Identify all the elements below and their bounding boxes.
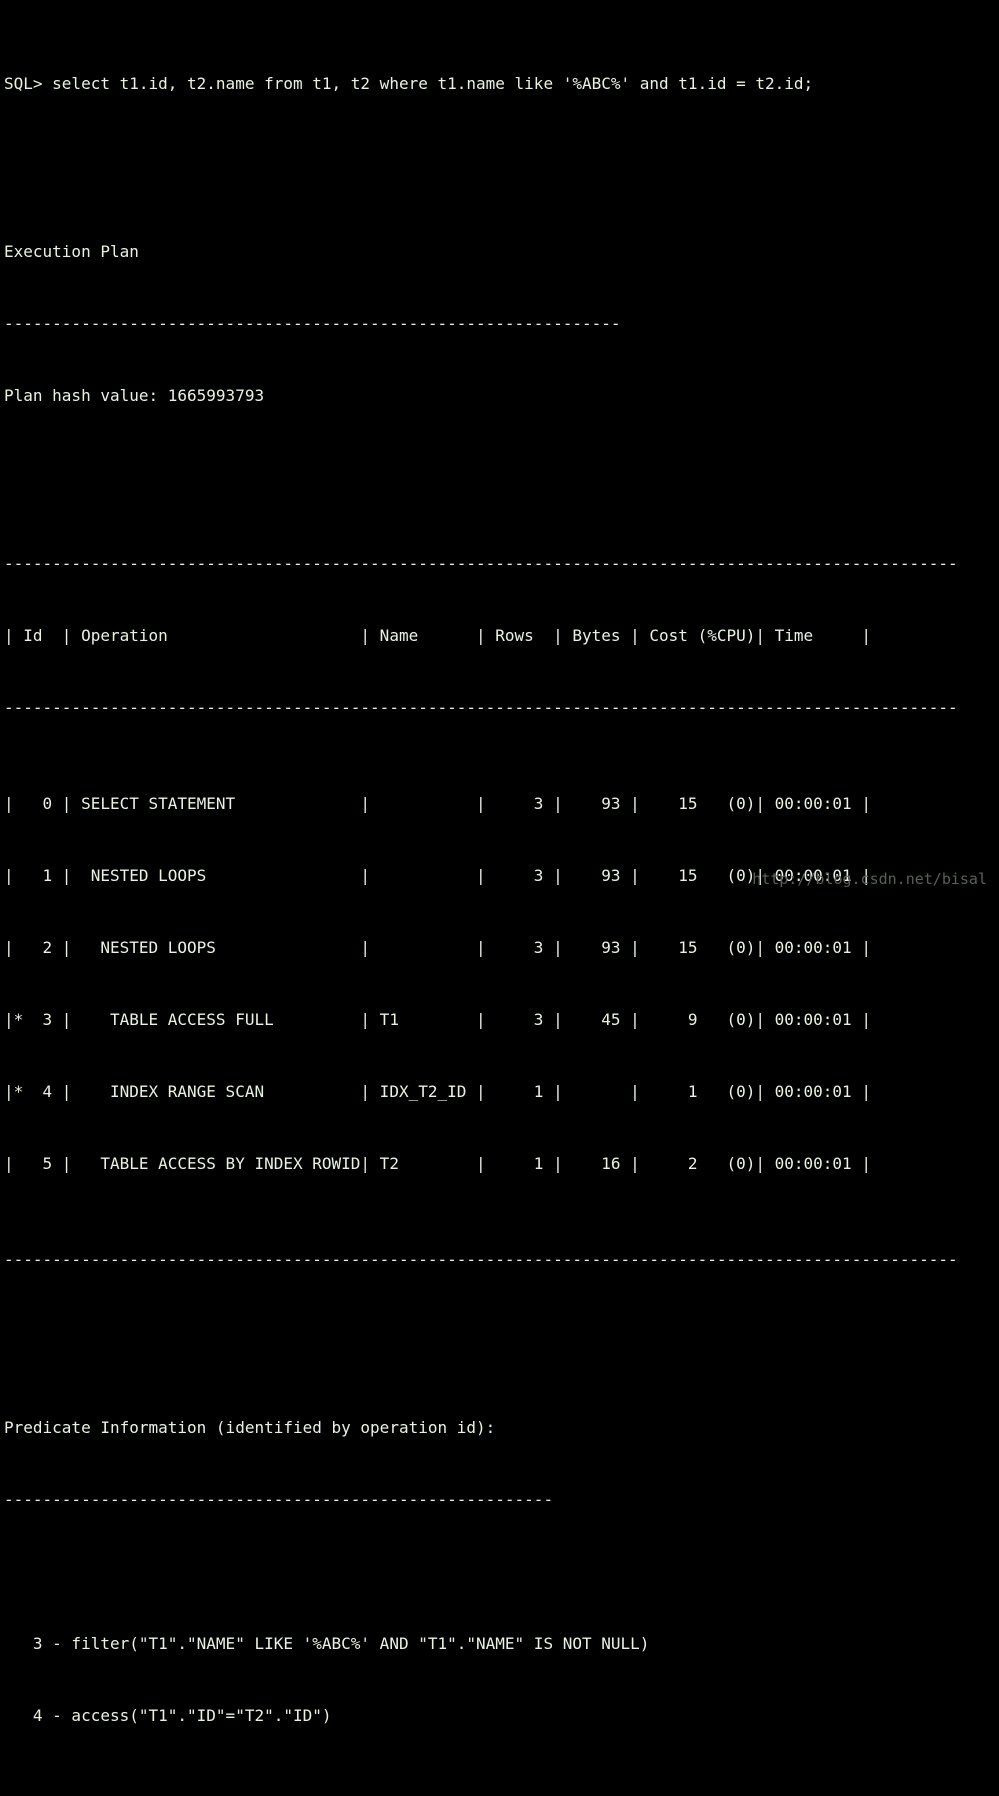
table-row: |* 4 | INDEX RANGE SCAN | IDX_T2_ID | 1 …: [4, 1082, 871, 1101]
plan-table-header-rule: ----------------------------------------…: [4, 698, 958, 717]
sql-prompt-command-line: SQL> select t1.id, t2.name from t1, t2 w…: [4, 74, 814, 93]
plan-table-bottom-rule: ----------------------------------------…: [4, 1250, 958, 1269]
table-row: |* 3 | TABLE ACCESS FULL | T1 | 3 | 45 |…: [4, 1010, 871, 1029]
execution-plan-rule: ----------------------------------------…: [4, 314, 621, 333]
execution-plan-heading: Execution Plan: [4, 242, 139, 261]
plan-table-top-rule: ----------------------------------------…: [4, 554, 958, 573]
table-row: | 5 | TABLE ACCESS BY INDEX ROWID| T2 | …: [4, 1154, 871, 1173]
table-row: | 0 | SELECT STATEMENT | | 3 | 93 | 15 (…: [4, 794, 871, 813]
predicate-information-heading: Predicate Information (identified by ope…: [4, 1418, 496, 1437]
plan-hash-value-line: Plan hash value: 1665993793: [4, 386, 265, 405]
terminal-window[interactable]: SQL> select t1.id, t2.name from t1, t2 w…: [0, 0, 999, 1725]
predicate-information-rule: ----------------------------------------…: [4, 1490, 554, 1509]
table-row: | 2 | NESTED LOOPS | | 3 | 93 | 15 (0)| …: [4, 938, 871, 957]
predicate-entry: 4 - access("T1"."ID"="T2"."ID"): [4, 1706, 332, 1725]
watermark-blog-url: http://blog.csdn.net/bisal: [752, 870, 987, 888]
predicate-entry: 3 - filter("T1"."NAME" LIKE '%ABC%' AND …: [4, 1634, 650, 1653]
plan-table-header: | Id | Operation | Name | Rows | Bytes |…: [4, 626, 871, 645]
